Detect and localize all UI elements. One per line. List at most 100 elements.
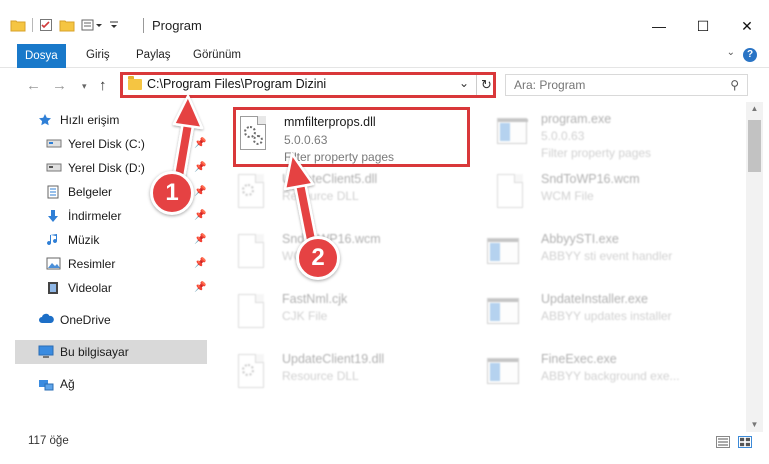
- new-folder-icon[interactable]: [59, 18, 75, 32]
- pin-icon[interactable]: 📌: [194, 162, 206, 173]
- list-item-program-exe[interactable]: program.exe 5.0.0.63 Filter property pag…: [493, 108, 733, 166]
- sidebar-item-onedrive[interactable]: OneDrive: [0, 308, 210, 332]
- search-input[interactable]: [514, 78, 714, 92]
- title-bar: Program — ☐ ✕: [0, 0, 769, 40]
- sidebar-item-label: Bu bilgisayar: [60, 345, 129, 359]
- folder-icon[interactable]: [10, 18, 26, 32]
- file-description: Resource DLL: [282, 369, 359, 383]
- navigation-bar: ← → ▾ ↑ C:\Program Files\Program Dizini …: [0, 68, 769, 102]
- list-item-sndtowp16-a[interactable]: SndToWP16.wcm WCM File: [493, 168, 733, 226]
- chevron-down-icon[interactable]: ⌄: [459, 76, 469, 90]
- recent-locations-icon[interactable]: ▾: [82, 81, 87, 92]
- sidebar-item-this-pc[interactable]: Bu bilgisayar: [15, 340, 207, 364]
- network-icon: [38, 377, 54, 391]
- scroll-up-icon[interactable]: ▲: [746, 102, 763, 116]
- back-arrow-icon[interactable]: ←: [26, 77, 41, 94]
- sidebar-item-label: Yerel Disk (D:): [68, 161, 145, 175]
- pin-icon[interactable]: 📌: [194, 258, 206, 269]
- sidebar-item-label: Resimler: [68, 257, 116, 271]
- minimize-button[interactable]: —: [637, 12, 681, 40]
- file-version: 5.0.0.63: [541, 129, 585, 143]
- list-item-fineexec[interactable]: FineExec.exe ABBYY background exe...: [483, 348, 723, 406]
- chevron-down-icon[interactable]: ⌄: [727, 47, 735, 58]
- file-description: ABBYY updates installer: [541, 309, 672, 323]
- search-box[interactable]: ⚲: [505, 74, 748, 96]
- refresh-icon[interactable]: ↻: [476, 75, 496, 95]
- tab-share[interactable]: Paylaş: [128, 44, 179, 66]
- pin-icon[interactable]: 📌: [194, 234, 206, 245]
- scroll-down-icon[interactable]: ▼: [746, 418, 763, 432]
- window-app-icon: [487, 294, 519, 332]
- list-item-abbyysti[interactable]: AbbyySTI.exe ABBYY sti event handler: [483, 228, 723, 286]
- sidebar-item-network[interactable]: Ağ: [0, 372, 210, 396]
- forward-arrow-icon[interactable]: →: [52, 77, 67, 94]
- step-callout-2: 2: [296, 236, 340, 280]
- file-name: program.exe: [541, 112, 612, 126]
- file-description: CJK File: [282, 309, 328, 323]
- vertical-scrollbar[interactable]: ▲ ▼: [746, 102, 763, 432]
- file-name: AbbyySTI.exe: [541, 232, 619, 246]
- sidebar-item-music[interactable]: Müzik 📌: [0, 228, 210, 252]
- quick-access-toolbar: [10, 14, 119, 36]
- scrollbar-thumb[interactable]: [748, 120, 761, 172]
- file-list: mmfilterprops.dll 5.0.0.63 Filter proper…: [212, 102, 746, 432]
- sidebar-item-quick-access[interactable]: Hızlı erişim: [0, 108, 210, 132]
- chevron-down-icon[interactable]: [109, 18, 119, 32]
- file-description: Filter property pages: [541, 146, 652, 160]
- file-name: UpdateClient5.dll: [282, 172, 378, 186]
- list-item-updateclient5[interactable]: UpdateClient5.dll Resource DLL: [234, 168, 474, 226]
- music-icon: [46, 233, 62, 247]
- maximize-button[interactable]: ☐: [681, 12, 725, 40]
- video-icon: [46, 281, 62, 295]
- sidebar-item-label: Belgeler: [68, 185, 113, 199]
- status-bar: 117 öğe: [0, 432, 769, 464]
- toolbar-separator: [32, 18, 33, 32]
- list-item-mmfilterprops[interactable]: mmfilterprops.dll 5.0.0.63 Filter proper…: [233, 107, 470, 167]
- file-name: UpdateClient19.dll: [282, 352, 385, 366]
- list-item-fastnml[interactable]: FastNml.cjk CJK File: [234, 288, 474, 346]
- up-arrow-icon[interactable]: ↑: [99, 77, 107, 94]
- pin-icon[interactable]: 📌: [194, 186, 206, 197]
- sidebar-item-label: İndirmeler: [68, 209, 122, 223]
- properties-icon[interactable]: [39, 18, 53, 32]
- pin-icon[interactable]: 📌: [194, 210, 206, 221]
- dll-gear-icon: [238, 354, 268, 392]
- sidebar-item-label: OneDrive: [60, 313, 111, 327]
- sidebar-item-label: Yerel Disk (C:): [68, 137, 145, 151]
- exe-icon: [497, 114, 528, 152]
- customize-toolbar-icon[interactable]: [81, 18, 103, 32]
- file-description: ABBYY sti event handler: [541, 249, 673, 263]
- sidebar-item-label: Hızlı erişim: [60, 113, 120, 127]
- documents-icon: [46, 185, 62, 199]
- file-name: SndToWP16.wcm: [541, 172, 640, 186]
- window-app-icon: [487, 234, 519, 272]
- sidebar-item-pictures[interactable]: Resimler 📌: [0, 252, 210, 276]
- tab-file[interactable]: Dosya: [17, 44, 66, 68]
- window-title: Program: [152, 18, 202, 33]
- tiles-view-icon[interactable]: [738, 436, 752, 448]
- sidebar-item-videos[interactable]: Videolar 📌: [0, 276, 210, 300]
- pin-icon[interactable]: 📌: [194, 282, 206, 293]
- address-bar[interactable]: C:\Program Files\Program Dizini ⌄ ↻: [120, 72, 496, 98]
- sidebar-item-local-disk-c[interactable]: Yerel Disk (C:) 📌: [0, 132, 210, 156]
- window-app-icon: [487, 354, 519, 392]
- pin-icon[interactable]: 📌: [194, 138, 206, 149]
- tab-home[interactable]: Giriş: [78, 44, 118, 66]
- drive-icon: [46, 137, 62, 151]
- list-item-updateclient19[interactable]: UpdateClient19.dll Resource DLL: [234, 348, 474, 406]
- list-item-updateinstaller[interactable]: UpdateInstaller.exe ABBYY updates instal…: [483, 288, 723, 346]
- item-count: 117 öğe: [28, 435, 69, 447]
- file-description: ABBYY background exe...: [541, 369, 680, 383]
- dll-gear-icon: [240, 116, 270, 154]
- file-icon: [238, 294, 268, 332]
- details-view-icon[interactable]: [716, 436, 730, 448]
- file-icon: [497, 174, 527, 212]
- close-button[interactable]: ✕: [725, 12, 769, 40]
- file-description: Filter property pages: [284, 150, 395, 164]
- address-path[interactable]: C:\Program Files\Program Dizini: [147, 77, 326, 91]
- list-item-sndtowp16-b[interactable]: SndToWP16.wcm WCM File: [234, 228, 474, 286]
- help-icon[interactable]: ?: [743, 48, 757, 62]
- search-icon[interactable]: ⚲: [730, 78, 739, 92]
- title-divider: [143, 18, 144, 33]
- tab-view[interactable]: Görünüm: [185, 44, 249, 66]
